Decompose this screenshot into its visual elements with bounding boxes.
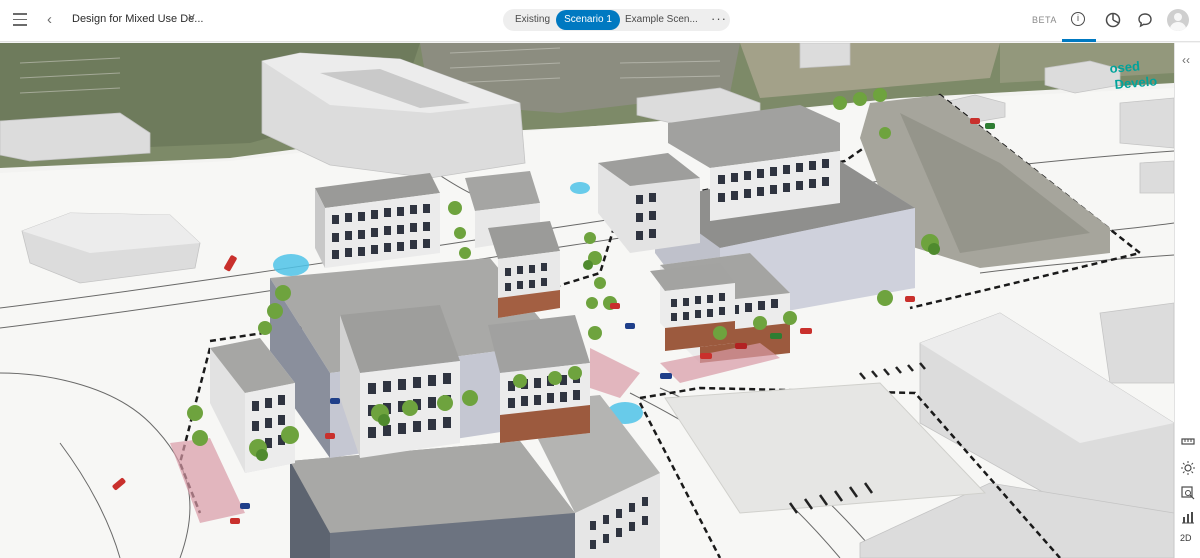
search-layer-icon[interactable]: [1179, 484, 1197, 502]
tab-scenario-1[interactable]: Scenario 1: [556, 10, 620, 30]
tab-existing[interactable]: Existing: [515, 14, 550, 25]
more-options-icon[interactable]: ···: [711, 11, 727, 26]
dashboard-icon[interactable]: [1105, 12, 1121, 28]
user-avatar-icon[interactable]: [1167, 9, 1189, 31]
view-2d-toggle[interactable]: 2D: [1180, 533, 1192, 543]
right-toolbar: ‹‹ 2D: [1174, 43, 1200, 558]
daylight-icon[interactable]: [1179, 459, 1197, 477]
hamburger-icon[interactable]: [13, 13, 27, 27]
tab-example-scenario[interactable]: Example Scen...: [625, 14, 698, 25]
chevron-left-icon[interactable]: ‹: [47, 11, 59, 29]
comment-icon[interactable]: [1137, 12, 1153, 28]
active-indicator: [1062, 39, 1096, 42]
project-title[interactable]: Design for Mixed Use De...: [72, 13, 203, 25]
top-header: ‹ Design for Mixed Use De... ∨ Existing …: [0, 0, 1200, 42]
measure-icon[interactable]: [1179, 433, 1197, 451]
collapse-panel-icon[interactable]: ‹‹: [1182, 53, 1190, 67]
app-root: ‹ Design for Mixed Use De... ∨ Existing …: [0, 0, 1200, 558]
scenario-switcher: Existing Scenario 1 Example Scen... ···: [503, 9, 730, 31]
info-icon[interactable]: i: [1071, 12, 1087, 28]
chevron-down-icon[interactable]: ∨: [187, 12, 197, 23]
beta-badge: BETA: [1032, 15, 1057, 25]
3d-scene-view[interactable]: osed Develo: [0, 43, 1174, 558]
chart-icon[interactable]: [1179, 508, 1197, 526]
site-sign-line-1: osed: [1109, 58, 1141, 76]
